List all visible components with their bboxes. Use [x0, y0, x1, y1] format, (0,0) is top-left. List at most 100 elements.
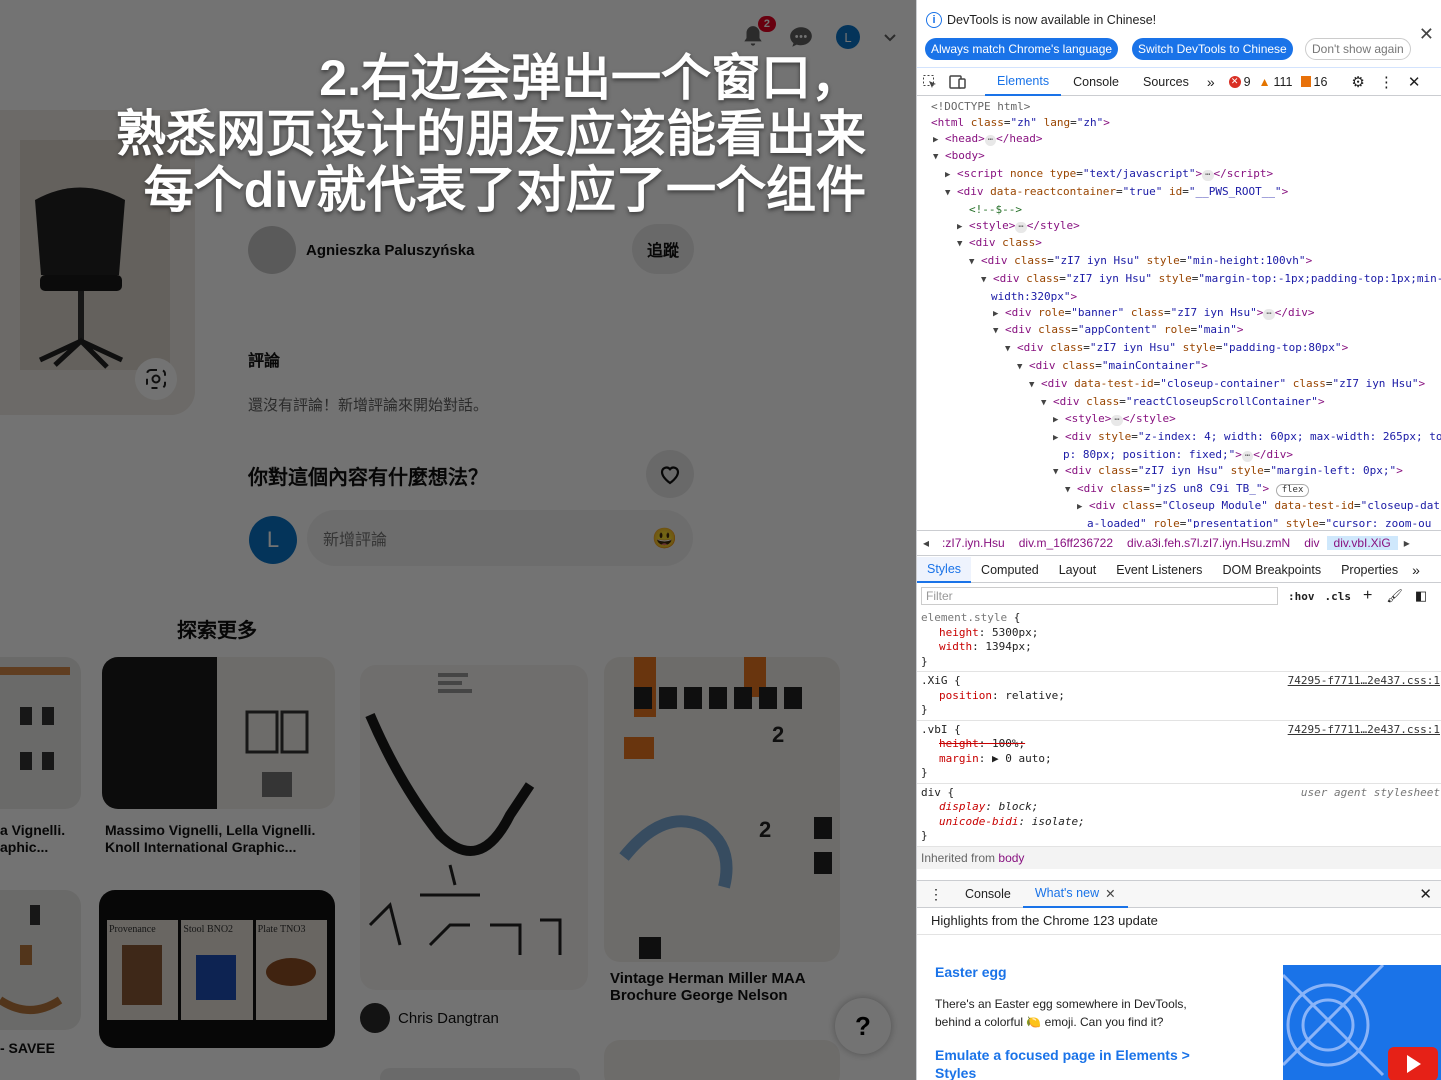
- styles-filter-input[interactable]: Filter: [921, 587, 1278, 605]
- follow-button[interactable]: 追蹤: [632, 224, 694, 274]
- dom-node[interactable]: ▼ <div class="jzS un8 C9i TB_"> flex: [917, 481, 1441, 499]
- easter-egg-title[interactable]: Easter egg: [935, 964, 1007, 980]
- switch-chinese-button[interactable]: Switch DevTools to Chinese: [1132, 38, 1293, 60]
- breadcrumb-item[interactable]: div: [1297, 536, 1326, 550]
- dom-node[interactable]: ▶ <div role="banner" class="zI7 iyn Hsu">…: [917, 305, 1441, 323]
- pin-thumbnail-products[interactable]: Provenance Stool BNO2 Plate TNO3: [99, 890, 335, 1048]
- pin-thumbnail[interactable]: [604, 1040, 840, 1080]
- breadcrumb-item[interactable]: div.m_16ff236722: [1012, 536, 1120, 550]
- warning-counter[interactable]: ▲ 111: [1259, 75, 1293, 89]
- author-name: Agnieszka Paluszyńska: [306, 241, 475, 259]
- inspect-element-icon[interactable]: [917, 74, 943, 90]
- hover-state-toggle[interactable]: :hov: [1288, 590, 1315, 603]
- drawer-menu-icon[interactable]: ⋮: [917, 886, 953, 903]
- dom-node[interactable]: ▼ <div class>: [917, 235, 1441, 253]
- pin-thumbnail[interactable]: 22: [604, 657, 840, 962]
- dom-node[interactable]: ▼ <div data-reactcontainer="true" id="__P…: [917, 184, 1441, 202]
- dom-node[interactable]: ▶ <div style="z-index: 4; width: 60px; ma…: [917, 429, 1441, 447]
- heart-button[interactable]: [646, 450, 694, 498]
- user-avatar[interactable]: L: [836, 25, 860, 49]
- emoji-icon[interactable]: 😃: [652, 526, 677, 551]
- close-icon[interactable]: ✕: [1419, 24, 1434, 45]
- pin-author[interactable]: Agnieszka Paluszyńska: [248, 226, 474, 274]
- css-rule[interactable]: div { user agent stylesheet display: blo…: [917, 784, 1441, 847]
- dom-node[interactable]: ▼ <div class="mainContainer">: [917, 358, 1441, 376]
- css-rule[interactable]: element.style { height: 5300px; width: 1…: [917, 609, 1441, 672]
- gear-icon[interactable]: ⚙: [1351, 73, 1364, 91]
- dom-node[interactable]: ▼ <div class="zI7 iyn Hsu" style="min-hei…: [917, 253, 1441, 271]
- author-avatar: [248, 226, 296, 274]
- breadcrumb-scroll-left[interactable]: ◂: [917, 536, 935, 550]
- kebab-menu-icon[interactable]: ⋮: [1379, 73, 1394, 91]
- dom-node[interactable]: ▶ <style> ⋯ </style>: [917, 218, 1441, 236]
- dom-node[interactable]: ▶ <script nonce type="text/javascript"> ⋯ <…: [917, 166, 1441, 184]
- styles-pane[interactable]: element.style { height: 5300px; width: 1…: [917, 609, 1441, 877]
- bell-icon[interactable]: 2: [740, 16, 776, 50]
- class-toggle[interactable]: .cls: [1325, 590, 1352, 603]
- css-source-link[interactable]: 74295-f7711…2e437.css:1: [1288, 674, 1440, 689]
- close-tab-icon[interactable]: ✕: [1105, 886, 1115, 901]
- promo-video-thumbnail[interactable]: [1283, 965, 1441, 1080]
- dom-node[interactable]: ▼ <body>: [917, 148, 1441, 166]
- breadcrumb-item[interactable]: :zI7.iyn.Hsu: [935, 536, 1012, 550]
- emulate-focused-title[interactable]: Emulate a focused page in Elements > Sty…: [935, 1046, 1225, 1080]
- issues-counter[interactable]: 16: [1300, 75, 1327, 89]
- plus-icon[interactable]: +: [1363, 587, 1372, 605]
- dom-node[interactable]: ▼ <div class="appContent" role="main">: [917, 322, 1441, 340]
- breadcrumb-item[interactable]: div.a3i.feh.s7l.zI7.iyn.Hsu.zmN: [1120, 536, 1297, 550]
- dom-comment[interactable]: <!--$-->: [917, 202, 1441, 218]
- dom-node[interactable]: ▼ <div data-test-id="closeup-container" c…: [917, 376, 1441, 394]
- sidebar-toggle-icon[interactable]: ◧: [1415, 588, 1427, 604]
- dom-node[interactable]: <!DOCTYPE html>: [917, 99, 1441, 115]
- tab-sources[interactable]: Sources: [1131, 68, 1201, 96]
- more-tabs-icon[interactable]: »: [1201, 74, 1221, 90]
- breadcrumb-scroll-right[interactable]: ▸: [1398, 536, 1416, 550]
- subtab-properties[interactable]: Properties: [1331, 557, 1408, 583]
- inherited-header: Inherited from body: [917, 846, 1441, 869]
- chat-icon[interactable]: [788, 24, 814, 50]
- subtab-dom-breakpoints[interactable]: DOM Breakpoints: [1212, 557, 1331, 583]
- more-subtabs-icon[interactable]: »: [1408, 562, 1424, 578]
- inherited-from-link[interactable]: body: [998, 851, 1024, 865]
- drawer-tab-whats-new[interactable]: What's new ✕: [1022, 880, 1128, 908]
- dom-node[interactable]: ▼ <div class="reactCloseupScrollContainer…: [917, 394, 1441, 412]
- device-toolbar-icon[interactable]: [943, 74, 973, 90]
- tab-console[interactable]: Console: [1061, 68, 1131, 96]
- error-counter[interactable]: ✕ 9: [1228, 75, 1251, 89]
- subtab-event-listeners[interactable]: Event Listeners: [1106, 557, 1212, 583]
- match-language-button[interactable]: Always match Chrome's language: [925, 38, 1119, 60]
- pin-thumbnail[interactable]: [380, 1068, 580, 1080]
- dom-node[interactable]: ▼ <div class="zI7 iyn Hsu" style="margin-…: [917, 463, 1441, 481]
- paint-icon[interactable]: 🖌: [1386, 588, 1403, 604]
- notification-badge: 2: [757, 16, 776, 32]
- pin-thumbnail[interactable]: [360, 665, 588, 990]
- help-button[interactable]: ?: [835, 998, 891, 1054]
- dom-node[interactable]: ▶ <style> ⋯ </style>: [917, 411, 1441, 429]
- css-rule[interactable]: .vbI { 74295-f7711…2e437.css:1 height: 1…: [917, 721, 1441, 784]
- subtab-computed[interactable]: Computed: [971, 557, 1049, 583]
- close-devtools-icon[interactable]: ✕: [1408, 73, 1421, 91]
- dom-node[interactable]: <html class="zh" lang="zh">: [917, 115, 1441, 131]
- dont-show-again-button[interactable]: Don't show again: [1305, 38, 1411, 60]
- tab-elements[interactable]: Elements: [985, 68, 1062, 96]
- dom-node[interactable]: ▼ <div class="zI7 iyn Hsu" style="margin-…: [917, 271, 1441, 289]
- chevron-down-icon[interactable]: [882, 29, 898, 45]
- subtab-layout[interactable]: Layout: [1049, 557, 1107, 583]
- visual-search-button[interactable]: [135, 358, 177, 400]
- pin-author-row[interactable]: Chris Dangtran: [360, 1003, 499, 1033]
- styles-toolbar: Filter :hov .cls + 🖌 ◧: [917, 584, 1441, 608]
- breadcrumb-item-selected[interactable]: div.vbI.XiG: [1326, 536, 1398, 550]
- comment-input[interactable]: 新增評論 😃: [307, 510, 693, 566]
- dom-node[interactable]: ▼ <div class="zI7 iyn Hsu" style="padding…: [917, 340, 1441, 358]
- close-drawer-icon[interactable]: ✕: [1419, 885, 1441, 903]
- dom-node[interactable]: ▶ <div class="Closeup Module" data-test-i…: [917, 498, 1441, 516]
- pin-thumbnail[interactable]: [0, 890, 81, 1030]
- drawer-tab-console[interactable]: Console: [953, 880, 1023, 908]
- pin-thumbnail[interactable]: [102, 657, 335, 809]
- css-source-link[interactable]: 74295-f7711…2e437.css:1: [1288, 723, 1440, 738]
- dom-node[interactable]: ▶ <head> ⋯ </head>: [917, 131, 1441, 149]
- pin-thumbnail[interactable]: [0, 657, 81, 809]
- dom-tree[interactable]: <!DOCTYPE html> <html class="zh" lang="z…: [917, 96, 1441, 528]
- subtab-styles[interactable]: Styles: [917, 556, 972, 583]
- css-rule[interactable]: .XiG { 74295-f7711…2e437.css:1 position:…: [917, 672, 1441, 721]
